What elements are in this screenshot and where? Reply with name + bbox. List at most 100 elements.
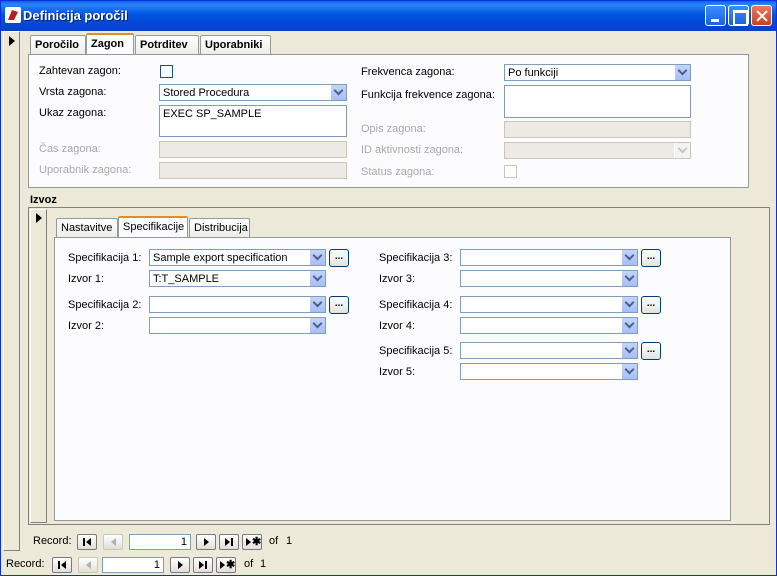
spec3-select[interactable] [460, 249, 638, 266]
chevron-down-icon[interactable] [621, 250, 637, 265]
subform-record-selector[interactable] [30, 209, 47, 523]
izvor3-label: Izvor 3: [379, 273, 416, 285]
asterisk-icon: ✱ [252, 536, 262, 548]
chevron-down-icon[interactable] [621, 297, 637, 312]
izvor4-label: Izvor 4: [379, 320, 416, 332]
zagon-panel: Zahtevan zagon: Vrsta zagona: Stored Pro… [28, 54, 749, 188]
current-record-arrow-icon [36, 213, 42, 223]
tab-label: Potrditev [140, 39, 188, 51]
spec3-label: Specifikacija 3: [379, 252, 453, 264]
first-record-button[interactable] [52, 557, 72, 573]
tab-uporabniki[interactable]: Uporabniki [200, 35, 271, 55]
close-button[interactable] [751, 5, 772, 26]
izvor1-label: Izvor 1: [68, 273, 105, 285]
minimize-button[interactable] [705, 5, 726, 26]
tab-label: Uporabniki [205, 39, 263, 51]
spec1-select[interactable]: Sample export specification [149, 249, 326, 266]
spec4-select[interactable] [460, 296, 638, 313]
izvoz-label: Izvoz [30, 194, 57, 206]
chevron-down-icon[interactable] [309, 318, 325, 333]
access-app-icon [5, 7, 21, 23]
form-area: Poročilo Zagon Potrditev Uporabniki Zaht… [21, 31, 776, 551]
spec2-browse-button[interactable]: ... [329, 296, 349, 314]
chevron-down-icon[interactable] [621, 271, 637, 286]
spec2-label: Specifikacija 2: [68, 299, 142, 311]
uporabnik-zagona-label: Uporabnik zagona: [39, 164, 132, 176]
chevron-down-icon[interactable] [309, 297, 325, 312]
cas-zagona-label: Čas zagona: [39, 143, 101, 155]
opis-zagona-input [504, 121, 691, 138]
opis-zagona-label: Opis zagona: [361, 123, 426, 135]
record-label: Record: [6, 558, 45, 570]
record-total: 1 [286, 535, 293, 547]
asterisk-icon: ✱ [226, 559, 236, 571]
frekvenca-zagona-select[interactable]: Po funkciji [504, 64, 691, 81]
izvor1-select[interactable]: T:T_SAMPLE [149, 270, 326, 287]
izvor3-select[interactable] [460, 270, 638, 287]
tab-specifikacije[interactable]: Specifikacije [118, 216, 188, 238]
record-number-input[interactable]: 1 [129, 534, 191, 550]
izvor5-select[interactable] [460, 363, 638, 380]
specifikacije-panel: Specifikacija 1: Sample export specifica… [54, 237, 731, 521]
funkcija-frekvence-input[interactable] [504, 85, 691, 118]
main-record-navigator: Record: 1 ✱ of 1 [6, 557, 306, 573]
spec4-label: Specifikacija 4: [379, 299, 453, 311]
next-record-button[interactable] [170, 557, 190, 573]
chevron-down-icon[interactable] [621, 318, 637, 333]
record-selector[interactable] [3, 31, 20, 551]
subform-record-navigator: Record: 1 ✱ of 1 [33, 534, 333, 550]
spec4-browse-button[interactable]: ... [641, 296, 661, 314]
title-bar[interactable]: Definicija poročil [1, 1, 776, 31]
new-record-button[interactable]: ✱ [242, 534, 262, 550]
last-record-button[interactable] [193, 557, 213, 573]
previous-record-button [103, 534, 123, 550]
funkcija-frekvence-label: Funkcija frekvence zagona: [361, 89, 495, 101]
chevron-down-icon[interactable] [309, 271, 325, 286]
record-label: Record: [33, 535, 72, 547]
current-record-arrow-icon [9, 36, 15, 46]
vrsta-zagona-select[interactable]: Stored Procedura [159, 84, 347, 101]
tab-label: Poročilo [35, 39, 80, 51]
record-number-input[interactable]: 1 [102, 557, 164, 573]
zahtevan-zagon-checkbox[interactable] [160, 65, 173, 78]
spec1-browse-button[interactable]: ... [329, 249, 349, 267]
cas-zagona-input [159, 141, 347, 158]
tab-label: Zagon [91, 38, 124, 50]
spec2-select[interactable] [149, 296, 326, 313]
izvor4-select[interactable] [460, 317, 638, 334]
record-of-label: of [269, 535, 279, 547]
tab-label: Specifikacije [123, 221, 185, 233]
spec1-label: Specifikacija 1: [68, 252, 142, 264]
record-total: 1 [260, 558, 267, 570]
chevron-down-icon[interactable] [621, 343, 637, 358]
next-record-button[interactable] [196, 534, 216, 550]
spec3-browse-button[interactable]: ... [641, 249, 661, 267]
tab-distribucija[interactable]: Distribucija [189, 218, 250, 238]
frekvenca-zagona-value: Po funkciji [508, 67, 559, 79]
tab-porocilo[interactable]: Poročilo [30, 35, 86, 55]
vrsta-zagona-value: Stored Procedura [163, 87, 250, 99]
previous-record-button [78, 557, 98, 573]
zahtevan-zagon-label: Zahtevan zagon: [39, 65, 121, 77]
izvoz-subform: Nastavitve Specifikacije Distribucija Sp… [28, 207, 770, 525]
first-record-button[interactable] [77, 534, 97, 550]
izvor2-select[interactable] [149, 317, 326, 334]
tab-zagon[interactable]: Zagon [86, 33, 134, 55]
maximize-button[interactable] [728, 5, 749, 26]
chevron-down-icon[interactable] [330, 85, 346, 100]
new-record-button[interactable]: ✱ [216, 557, 236, 573]
window-title: Definicija poročil [23, 8, 128, 23]
chevron-down-icon[interactable] [674, 65, 690, 80]
chevron-down-icon[interactable] [621, 364, 637, 379]
ukaz-zagona-label: Ukaz zagona: [39, 107, 107, 119]
last-record-button[interactable] [219, 534, 239, 550]
uporabnik-zagona-input [159, 162, 347, 179]
spec5-select[interactable] [460, 342, 638, 359]
chevron-down-icon[interactable] [309, 250, 325, 265]
ukaz-zagona-input[interactable]: EXEC SP_SAMPLE [159, 105, 347, 137]
id-aktivnosti-select [504, 142, 691, 159]
tab-potrditev[interactable]: Potrditev [135, 35, 199, 55]
tab-nastavitve[interactable]: Nastavitve [56, 218, 118, 238]
frekvenca-zagona-label: Frekvenca zagona: [361, 66, 455, 78]
spec5-browse-button[interactable]: ... [641, 342, 661, 360]
